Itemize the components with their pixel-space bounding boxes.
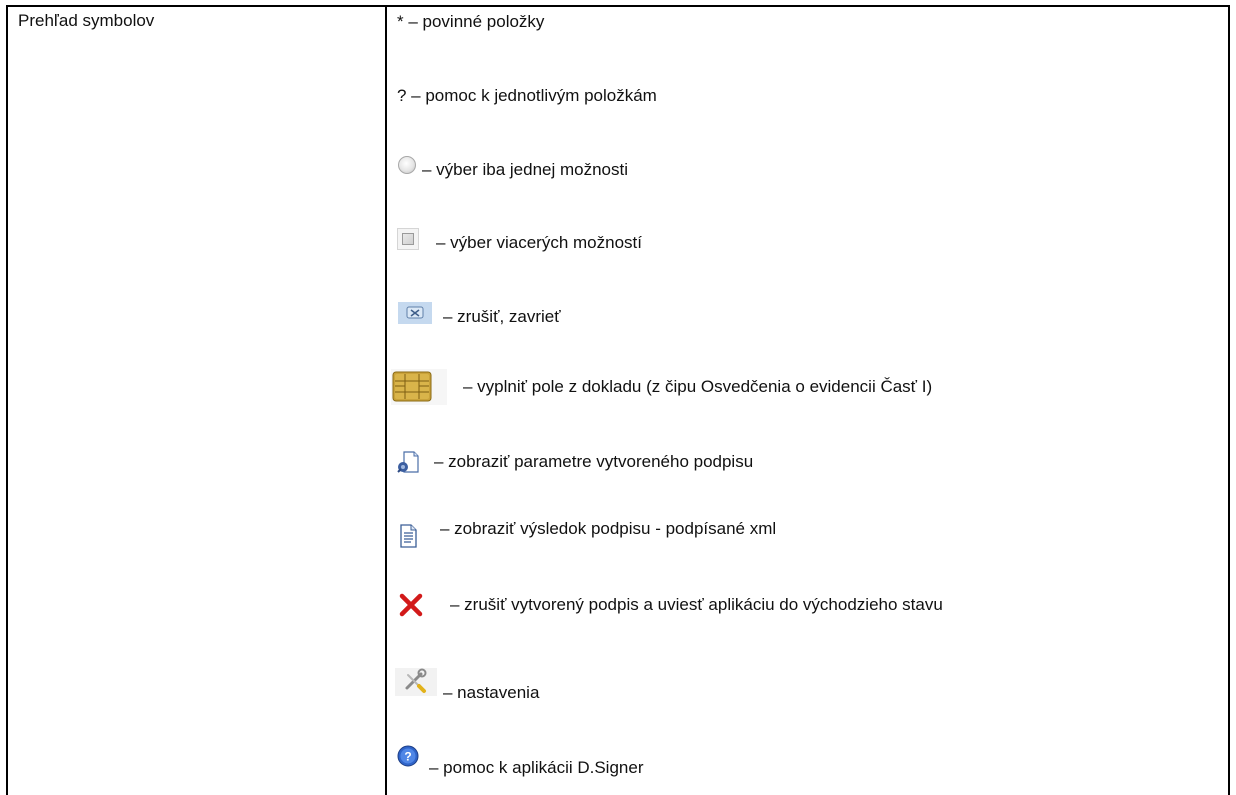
smart-chip-icon: [391, 369, 447, 405]
symbol-row-signature-params: – zobraziť parametre vytvoreného podpisu: [395, 444, 753, 480]
symbol-row-close: – zrušiť, zavrieť: [398, 297, 561, 337]
symbols-table-left-column: Prehľad symbolov: [8, 7, 387, 795]
symbol-row-settings: – nastavenia: [395, 667, 539, 707]
document-icon: [395, 522, 421, 550]
symbol-row-checkbox: – výber viacerých možností: [397, 223, 642, 263]
symbol-row-cancel-signature: – zrušiť vytvorený podpis a uviesť aplik…: [395, 585, 943, 625]
symbol-row-help-items: ? – pomoc k jednotlivým položkám: [397, 81, 657, 111]
checkbox-icon: [397, 228, 419, 250]
symbol-row-text: – výber iba jednej možnosti: [422, 160, 629, 179]
svg-text:?: ?: [404, 750, 411, 764]
symbol-row-text: – zobraziť parametre vytvoreného podpisu: [434, 452, 754, 471]
signature-params-icon: [395, 448, 421, 476]
symbol-row-chip: – vyplniť pole z dokladu (z čipu Osvedče…: [391, 365, 932, 409]
red-x-icon: [395, 589, 427, 621]
radio-button-icon: [398, 156, 416, 174]
tools-icon: [395, 668, 437, 696]
symbol-row-required: * – povinné položky: [397, 9, 544, 35]
symbol-row-text: – vyplniť pole z dokladu (z čipu Osvedče…: [463, 377, 933, 396]
close-box-icon: [398, 302, 432, 324]
symbol-row-text: – zrušiť, zavrieť: [443, 307, 561, 326]
symbol-row-text: – zrušiť vytvorený podpis a uviesť aplik…: [450, 595, 943, 614]
symbols-table-right-column: * – povinné položky ? – pomoc k jednotli…: [387, 7, 1228, 795]
symbol-row-text: ? – pomoc k jednotlivým položkám: [397, 86, 657, 105]
symbol-row-signed-xml: – zobraziť výsledok podpisu - podpísané …: [395, 510, 776, 548]
symbol-row-text: * – povinné položky: [397, 12, 545, 31]
symbol-row-text: – výber viacerých možností: [436, 233, 642, 252]
symbol-row-radio: – výber iba jednej možnosti: [398, 150, 628, 190]
symbol-row-text: – nastavenia: [443, 683, 540, 702]
symbols-table: Prehľad symbolov * – povinné položky ? –…: [6, 5, 1230, 795]
symbols-overview-label: Prehľad symbolov: [18, 11, 155, 30]
help-icon: ?: [395, 743, 421, 769]
symbol-row-app-help: ? – pomoc k aplikácii D.Signer: [395, 741, 643, 781]
symbol-row-text: – zobraziť výsledok podpisu - podpísané …: [440, 519, 777, 538]
symbol-row-text: – pomoc k aplikácii D.Signer: [429, 758, 644, 777]
